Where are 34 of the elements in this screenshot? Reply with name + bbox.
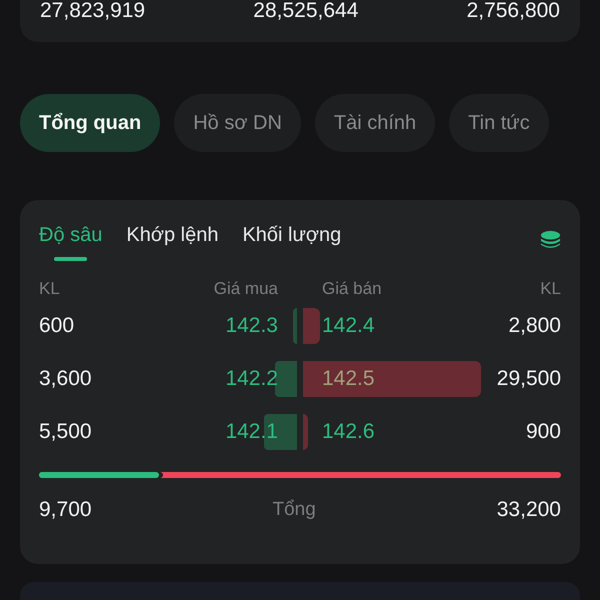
bid-depth-bar (293, 308, 297, 344)
ask-price: 142.5 (322, 366, 375, 390)
bid-volume: 5,500 (39, 420, 92, 444)
ask-price: 142.6 (322, 420, 375, 444)
tab[interactable]: Tổng quan (20, 94, 160, 152)
total-label: Tổng (272, 499, 316, 521)
ask-depth-bar (303, 414, 308, 450)
column-header: Giá mua (212, 279, 279, 299)
coins-icon[interactable] (540, 230, 561, 250)
ask-total: 33,200 (496, 498, 561, 522)
bid-price: 142.1 (225, 420, 278, 444)
ask-volume: 29,500 (496, 366, 561, 390)
column-header: KL (39, 279, 61, 299)
tab[interactable]: Hồ sơ DN (174, 94, 301, 152)
ask-volume: 900 (526, 420, 561, 444)
summary-value: 27,823,919 (40, 0, 146, 22)
bid-volume: 600 (39, 314, 74, 338)
tab[interactable]: Độ sâu (39, 218, 102, 261)
bid-total: 9,700 (39, 498, 92, 522)
ask-volume: 2,800 (508, 314, 561, 338)
ask-price: 142.4 (322, 314, 375, 338)
tab[interactable]: Tin tức (449, 94, 549, 152)
summary-value: 28,525,644 (253, 0, 358, 22)
column-header: Giá bán (321, 279, 383, 299)
column-header: KL (539, 279, 561, 299)
tab[interactable]: Khớp lệnh (126, 218, 218, 261)
ask-depth-bar (303, 308, 320, 344)
bid-price: 142.2 (225, 366, 278, 390)
tab[interactable]: Tài chính (314, 94, 436, 152)
tab[interactable]: Khối lượng (242, 218, 342, 261)
bid-price: 142.3 (225, 314, 278, 338)
bid-depth-bar (275, 360, 297, 396)
summary-value: 2,756,800 (466, 0, 560, 22)
bid-volume: 3,600 (39, 366, 92, 390)
